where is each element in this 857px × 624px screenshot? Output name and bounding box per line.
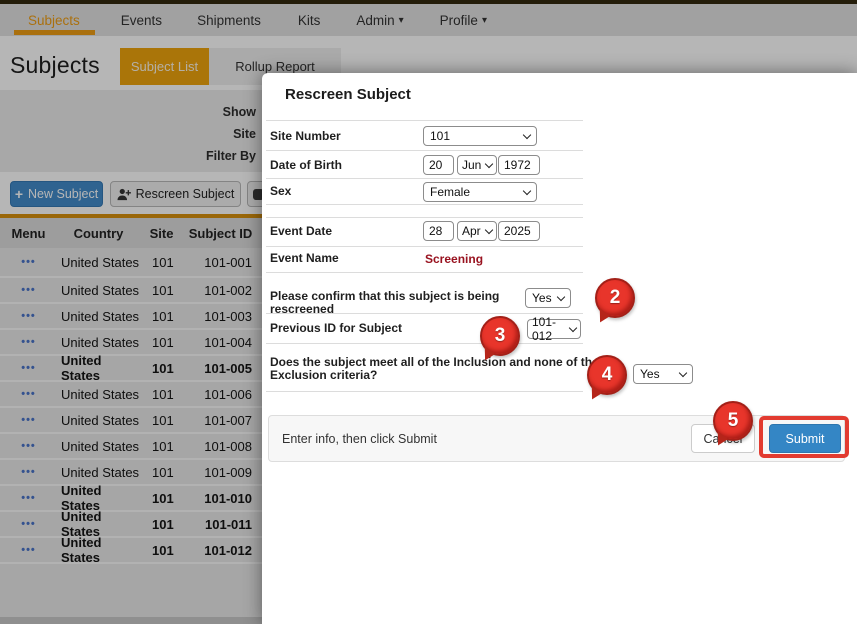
event-name-label: Event Name: [270, 252, 339, 265]
site-number-label: Site Number: [270, 130, 341, 143]
submit-highlight-box: [759, 416, 849, 458]
sex-select[interactable]: Female: [423, 182, 537, 202]
divider: [266, 217, 583, 218]
site-number-select[interactable]: 101: [423, 126, 537, 146]
confirm-rescreen-select[interactable]: Yes: [525, 288, 571, 308]
chevron-down-icon: [485, 225, 493, 233]
divider: [266, 272, 583, 273]
event-name-value: Screening: [425, 252, 483, 266]
confirm-rescreen-label: Please confirm that this subject is bein…: [270, 290, 525, 316]
dob-day-input[interactable]: 20: [423, 155, 454, 175]
dob-year-input[interactable]: 1972: [498, 155, 540, 175]
divider: [266, 204, 583, 205]
event-date-label: Event Date: [270, 225, 332, 238]
chevron-down-icon: [679, 368, 687, 376]
rescreen-subject-modal: Rescreen Subject Site Number 101 Date of…: [262, 73, 857, 624]
footer-hint: Enter info, then click Submit: [282, 416, 437, 461]
screen: Subjects Events Shipments Kits Admin▾ Pr…: [0, 0, 857, 624]
sex-label: Sex: [270, 185, 291, 198]
step-badge-4: 4: [587, 355, 627, 395]
chevron-down-icon: [523, 186, 531, 194]
step-badge-5: 5: [713, 401, 753, 441]
event-day-input[interactable]: 28: [423, 221, 454, 241]
divider: [266, 150, 583, 151]
divider: [266, 246, 583, 247]
modal-title: Rescreen Subject: [285, 86, 411, 103]
chevron-down-icon: [485, 159, 493, 167]
chevron-down-icon: [569, 323, 577, 331]
step-badge-2: 2: [595, 278, 635, 318]
divider: [266, 178, 583, 179]
inclusion-criteria-label: Does the subject meet all of the Inclusi…: [270, 356, 628, 382]
event-month-select[interactable]: Apr: [457, 221, 497, 241]
chevron-down-icon: [557, 292, 565, 300]
divider: [266, 343, 583, 344]
chevron-down-icon: [523, 130, 531, 138]
inclusion-criteria-select[interactable]: Yes: [633, 364, 693, 384]
previous-id-label: Previous ID for Subject: [270, 322, 402, 335]
step-badge-3: 3: [480, 316, 520, 356]
date-of-birth-label: Date of Birth: [270, 159, 342, 172]
divider: [266, 120, 583, 121]
event-year-input[interactable]: 2025: [498, 221, 540, 241]
dob-month-select[interactable]: Jun: [457, 155, 497, 175]
divider: [266, 391, 583, 392]
previous-id-select[interactable]: 101-012: [527, 319, 581, 339]
